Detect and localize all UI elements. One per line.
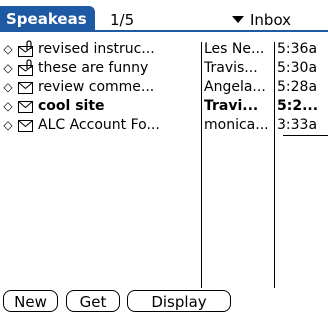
row-marker-icon: ◇ [3,61,13,75]
message-sender: Angela... [204,79,266,95]
message-subject: ALC Account Fo... [38,117,160,133]
button-bar: New Get Display [0,290,328,318]
message-row[interactable]: ◇ these are funny Travis... 5:30a [0,59,328,78]
category-picker[interactable]: Inbox [232,10,291,30]
message-list: ◇ revised instruc... Les Ne... 5:36a ◇ t… [0,40,328,288]
row-marker-icon: ◇ [3,42,13,56]
message-row[interactable]: ◇ review comme... Angela... 5:28a [0,78,328,97]
mail-icon [17,97,35,116]
new-button[interactable]: New [3,290,58,312]
get-button[interactable]: Get [66,290,120,312]
title-bar: Speakeas 1/5 Inbox [0,0,328,32]
message-sender: monica... [204,117,269,133]
category-label: Inbox [250,11,292,29]
message-row[interactable]: ◇ cool site Travi... 5:2... [0,97,328,116]
mail-attachment-icon [17,40,35,59]
title-underline [0,30,328,32]
message-sender: Les Ne... [204,41,265,57]
message-subject: review comme... [38,79,155,95]
mail-icon [17,116,35,135]
row-marker-icon: ◇ [3,80,13,94]
message-subject: revised instruc... [38,41,155,57]
message-subject: cool site [38,98,105,114]
mail-icon [17,78,35,97]
mail-attachment-icon [17,59,35,78]
page-counter: 1/5 [110,11,135,29]
row-marker-icon: ◇ [3,118,13,132]
message-time: 3:33a [277,117,318,133]
message-sender: Travis... [204,60,258,76]
message-time: 5:2... [277,98,319,114]
display-button[interactable]: Display [127,290,231,312]
message-row[interactable]: ◇ revised instruc... Les Ne... 5:36a [0,40,328,59]
message-row[interactable]: ◇ ALC Account Fo... monica... 3:33a [0,116,328,135]
message-subject: these are funny [38,60,149,76]
app-title-tab[interactable]: Speakeas [0,6,95,32]
message-time: 5:36a [277,41,318,57]
message-time: 5:30a [277,60,318,76]
message-time: 5:28a [277,79,318,95]
message-sender: Travi... [204,98,259,114]
row-marker-icon: ◇ [3,99,13,113]
list-divider [283,135,328,136]
dropdown-triangle-icon [232,16,244,23]
